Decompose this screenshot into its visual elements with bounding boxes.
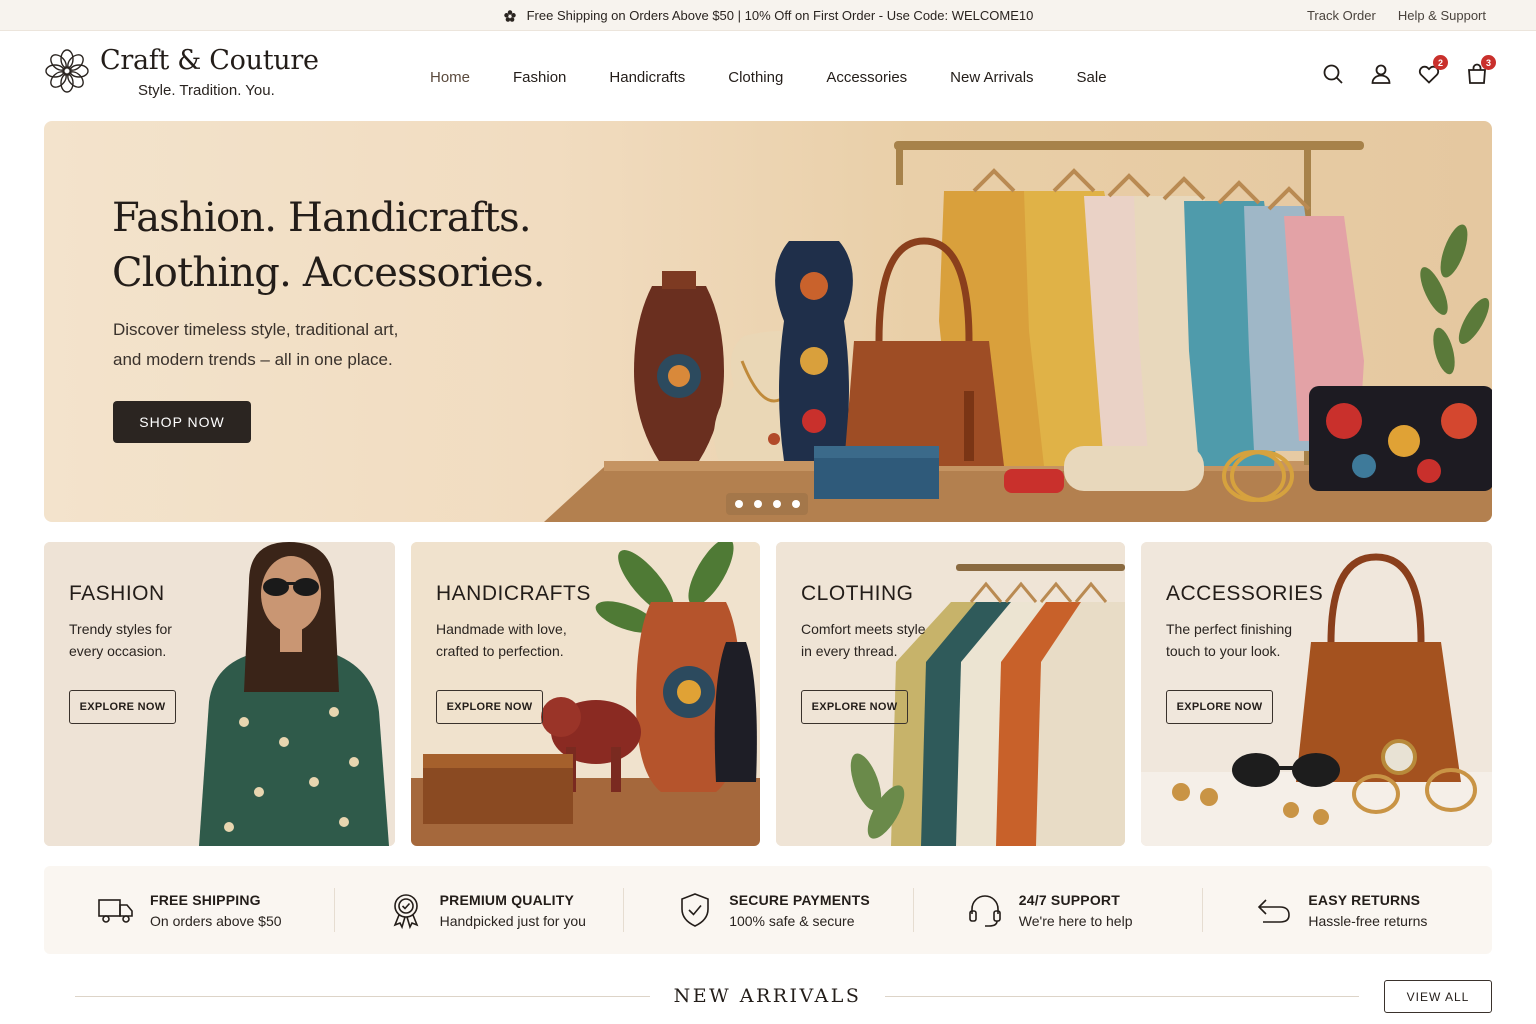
nav-sale[interactable]: Sale bbox=[1077, 69, 1107, 86]
category-description: Comfort meets style in every thread. bbox=[801, 618, 951, 662]
shield-check-icon bbox=[681, 893, 709, 927]
truck-icon bbox=[98, 899, 133, 923]
nav-new-arrivals[interactable]: New Arrivals bbox=[950, 69, 1033, 86]
carousel-dot-3[interactable] bbox=[772, 500, 781, 508]
promo-text: Free Shipping on Orders Above $50 | 10% … bbox=[526, 8, 1034, 23]
hero-title-line-1: Fashion. Handicrafts. bbox=[112, 195, 532, 241]
category-description-line-2: in every thread. bbox=[801, 643, 898, 659]
quality-badge-icon bbox=[393, 894, 419, 930]
category-description-line-1: Trendy styles for bbox=[69, 621, 172, 637]
category-description-line-2: crafted to perfection. bbox=[436, 643, 564, 659]
hero-title: Fashion. Handicrafts. Clothing. Accessor… bbox=[112, 191, 545, 301]
feature-title: FREE SHIPPING bbox=[150, 891, 261, 908]
search-button[interactable] bbox=[1320, 61, 1346, 87]
site-header: Craft & Couture Style. Tradition. You. H… bbox=[0, 31, 1536, 121]
shop-now-button[interactable]: SHOP NOW bbox=[113, 401, 251, 443]
view-all-button[interactable]: VIEW ALL bbox=[1384, 980, 1492, 1013]
divider-left bbox=[75, 996, 650, 997]
category-card-accessories[interactable]: ACCESSORIES The perfect finishing touch … bbox=[1141, 542, 1492, 846]
hero-product-illustration bbox=[544, 141, 1492, 522]
lotus-logo-icon[interactable] bbox=[44, 48, 90, 94]
carousel-dot-2[interactable] bbox=[753, 500, 762, 508]
feature-title: EASY RETURNS bbox=[1308, 891, 1421, 908]
category-description-line-1: The perfect finishing bbox=[1166, 621, 1293, 637]
flower-icon bbox=[503, 9, 516, 22]
feature-free-shipping: FREE SHIPPING On orders above $50 bbox=[44, 866, 334, 954]
search-icon bbox=[1323, 64, 1343, 84]
feature-title: 24/7 SUPPORT bbox=[1018, 891, 1120, 908]
main-nav: Home Fashion Handicrafts Clothing Access… bbox=[430, 31, 1150, 123]
feature-subtitle: 100% safe & secure bbox=[729, 912, 855, 929]
feature-subtitle: On orders above $50 bbox=[150, 912, 282, 929]
hero-banner: Fashion. Handicrafts. Clothing. Accessor… bbox=[44, 121, 1492, 522]
feature-title: SECURE PAYMENTS bbox=[729, 891, 870, 908]
feature-easy-returns: EASY RETURNS Hassle-free returns bbox=[1202, 866, 1492, 954]
explore-clothing-button[interactable]: EXPLORE NOW bbox=[801, 690, 908, 724]
hero-subtitle-line-1: Discover timeless style, traditional art… bbox=[113, 320, 399, 339]
hero-subtitle-line-2: and modern trends – all in one place. bbox=[113, 350, 393, 369]
nav-accessories[interactable]: Accessories bbox=[826, 69, 907, 86]
feature-subtitle: We're here to help bbox=[1018, 912, 1133, 929]
announcement-bar: Free Shipping on Orders Above $50 | 10% … bbox=[0, 0, 1536, 31]
explore-accessories-button[interactable]: EXPLORE NOW bbox=[1166, 690, 1273, 724]
brand-tagline: Style. Tradition. You. bbox=[138, 82, 275, 99]
category-description: The perfect finishing touch to your look… bbox=[1166, 618, 1316, 662]
user-icon bbox=[1371, 64, 1391, 84]
feature-secure-payments: SECURE PAYMENTS 100% safe & secure bbox=[623, 866, 913, 954]
category-description-line-1: Comfort meets style bbox=[801, 621, 926, 637]
features-strip: FREE SHIPPING On orders above $50 PREMIU… bbox=[44, 866, 1492, 954]
promo-message: Free Shipping on Orders Above $50 | 10% … bbox=[0, 0, 1536, 31]
nav-fashion[interactable]: Fashion bbox=[513, 69, 566, 86]
cart-button[interactable]: 3 bbox=[1464, 55, 1496, 87]
track-order-link[interactable]: Track Order bbox=[1307, 8, 1376, 23]
category-description: Trendy styles for every occasion. bbox=[69, 618, 219, 662]
feature-subtitle: Hassle-free returns bbox=[1308, 912, 1428, 929]
category-description-line-2: touch to your look. bbox=[1166, 643, 1281, 659]
wishlist-button[interactable]: 2 bbox=[1416, 55, 1448, 87]
nav-home[interactable]: Home bbox=[430, 69, 470, 86]
category-card-fashion[interactable]: FASHION Trendy styles for every occasion… bbox=[44, 542, 395, 846]
nav-clothing[interactable]: Clothing bbox=[728, 69, 783, 86]
feature-premium-quality: PREMIUM QUALITY Handpicked just for you bbox=[333, 866, 624, 954]
category-title: HANDICRAFTS bbox=[436, 582, 591, 605]
category-title: FASHION bbox=[69, 582, 165, 605]
explore-handicrafts-button[interactable]: EXPLORE NOW bbox=[436, 690, 543, 724]
headset-icon bbox=[968, 895, 1001, 927]
help-support-link[interactable]: Help & Support bbox=[1398, 8, 1486, 23]
account-button[interactable] bbox=[1368, 61, 1394, 87]
category-card-handicrafts[interactable]: HANDICRAFTS Handmade with love, crafted … bbox=[411, 542, 760, 846]
carousel-dot-4[interactable] bbox=[791, 500, 800, 508]
category-card-clothing[interactable]: CLOTHING Comfort meets style in every th… bbox=[776, 542, 1125, 846]
nav-handicrafts[interactable]: Handicrafts bbox=[609, 69, 685, 86]
feature-title: PREMIUM QUALITY bbox=[439, 891, 575, 908]
carousel-dots bbox=[726, 493, 808, 515]
category-title: ACCESSORIES bbox=[1166, 582, 1324, 605]
feature-support: 24/7 SUPPORT We're here to help bbox=[912, 866, 1203, 954]
return-arrow-icon bbox=[1258, 899, 1291, 923]
divider-right bbox=[885, 996, 1359, 997]
cart-count-badge: 3 bbox=[1481, 55, 1496, 70]
new-arrivals-heading: NEW ARRIVALS bbox=[673, 985, 862, 1007]
explore-fashion-button[interactable]: EXPLORE NOW bbox=[69, 690, 176, 724]
category-description: Handmade with love, crafted to perfectio… bbox=[436, 618, 586, 662]
hero-subtitle: Discover timeless style, traditional art… bbox=[113, 315, 493, 375]
wishlist-count-badge: 2 bbox=[1433, 55, 1448, 70]
category-description-line-2: every occasion. bbox=[69, 643, 167, 659]
category-description-line-1: Handmade with love, bbox=[436, 621, 567, 637]
category-title: CLOTHING bbox=[801, 582, 914, 605]
carousel-dot-1[interactable] bbox=[734, 500, 743, 508]
hero-title-line-2: Clothing. Accessories. bbox=[112, 250, 545, 296]
feature-subtitle: Handpicked just for you bbox=[439, 912, 586, 929]
brand-name[interactable]: Craft & Couture bbox=[100, 45, 319, 76]
